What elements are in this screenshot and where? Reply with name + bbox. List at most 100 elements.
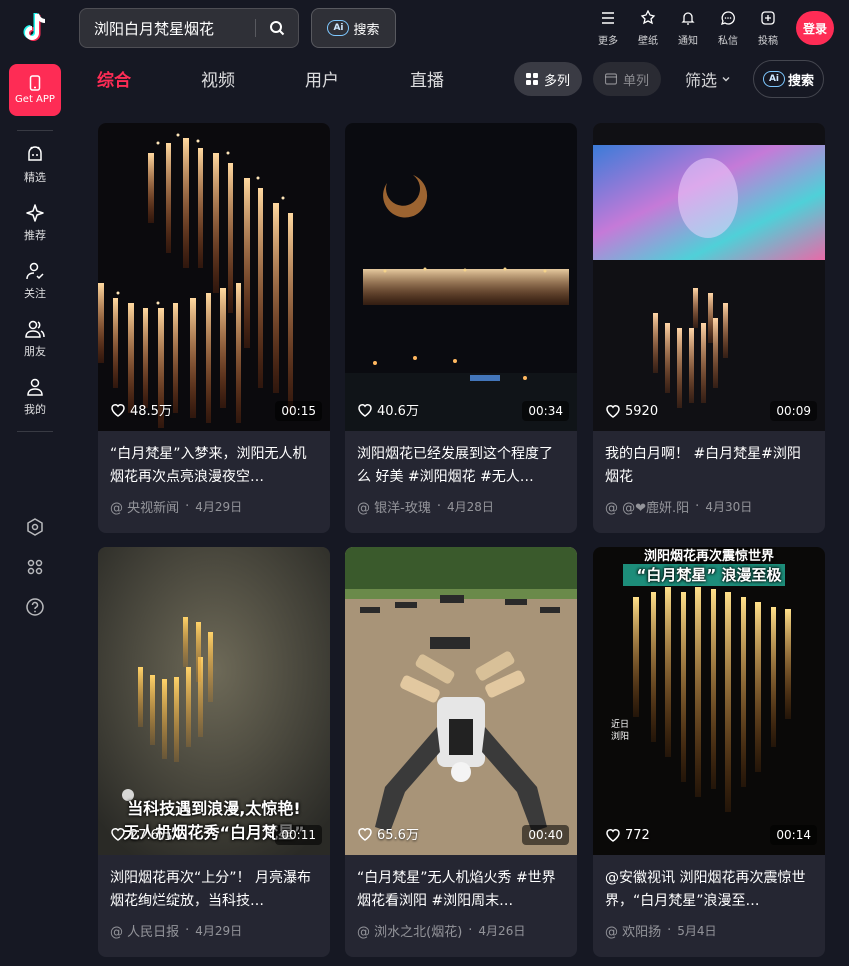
top-icon-label: 私信 — [718, 36, 738, 47]
video-duration: 00:15 — [275, 401, 322, 421]
meta-dot: · — [185, 499, 190, 514]
apps-grid-icon[interactable] — [25, 557, 45, 577]
meta-dot: · — [436, 499, 441, 514]
video-author[interactable]: @ @❤鹿妍.阳 — [605, 497, 689, 516]
video-thumbnail[interactable]: 40.6万 00:34 — [345, 123, 577, 431]
get-app-button[interactable]: Get APP — [9, 64, 61, 116]
video-title[interactable]: @安徽视讯 浏阳烟花再次震惊世界，“白月梵星”浪漫至… — [593, 867, 825, 913]
like-count: 772 — [605, 827, 650, 843]
meta-dot: · — [185, 923, 190, 938]
video-thumbnail[interactable]: 当科技遇到浪漫,太惊艳! 无人机烟花秀“白月梵星” 27.6万 00:11 — [98, 547, 330, 855]
login-button[interactable]: 登录 — [796, 11, 834, 45]
multi-column-toggle[interactable]: 多列 — [514, 62, 582, 96]
video-title[interactable]: “白月梵星”入梦来，浏阳无人机烟花再次点亮浪漫夜空… — [98, 443, 330, 489]
video-author[interactable]: @ 银洋-玫瑰 — [357, 497, 431, 516]
video-author[interactable]: @ 央视新闻 — [110, 497, 179, 516]
video-card[interactable]: 48.5万 00:15 “白月梵星”入梦来，浏阳无人机烟花再次点亮浪漫夜空… @… — [98, 123, 330, 533]
tab-users[interactable]: 用户 — [305, 66, 339, 91]
video-author[interactable]: @ 人民日报 — [110, 921, 179, 940]
ai-search-pill[interactable]: Ai 搜索 — [753, 60, 824, 98]
ai-pill-label: 搜索 — [787, 73, 814, 89]
video-date: 4月28日 — [446, 500, 494, 514]
wallpaper-button[interactable]: 壁纸 — [628, 8, 668, 47]
video-title[interactable]: 我的白月啊！ #白月梵星#浏阳烟花 — [593, 443, 825, 489]
fireworks-waterfall-image — [593, 547, 825, 855]
sidebar-item-recommend[interactable]: 推荐 — [5, 197, 65, 249]
video-thumbnail[interactable]: 65.6万 00:40 — [345, 547, 577, 855]
tab-all[interactable]: 综合 — [97, 66, 131, 91]
video-meta: @ 欢阳扬 · 5月4日 — [593, 921, 825, 940]
single-column-toggle[interactable]: 单列 — [593, 62, 661, 96]
help-icon[interactable] — [25, 597, 45, 617]
ai-search-button[interactable]: Ai 搜索 — [311, 8, 396, 48]
search-icon — [270, 21, 285, 36]
meta-dot: · — [695, 499, 700, 514]
video-meta: @ 央视新闻 · 4月29日 — [98, 497, 330, 516]
video-title[interactable]: 浏阳烟花再次“上分”！ 月亮瀑布烟花绚烂绽放，当科技… — [98, 867, 330, 913]
messages-button[interactable]: 私信 — [708, 8, 748, 47]
more-button[interactable]: 更多 — [588, 8, 628, 47]
video-meta: @ @❤鹿妍.阳 · 4月30日 — [593, 497, 825, 516]
video-card[interactable]: 65.6万 00:40 “白月梵星”无人机焰火秀 #世界烟花看浏阳 #浏阳周末…… — [345, 547, 577, 957]
search-button[interactable] — [266, 17, 288, 39]
settings-icon[interactable] — [25, 517, 45, 537]
like-count-value: 27.6万 — [130, 828, 172, 843]
notifications-button[interactable]: 通知 — [668, 8, 708, 47]
video-meta: @ 浏水之北(烟花) · 4月26日 — [345, 921, 577, 940]
like-count: 27.6万 — [110, 824, 172, 843]
upload-button[interactable]: 投稿 — [748, 8, 788, 47]
sidebar-item-friends[interactable]: 朋友 — [5, 313, 65, 365]
tiktok-logo-icon[interactable] — [17, 10, 53, 46]
video-duration: 00:11 — [275, 825, 322, 845]
like-count-value: 5920 — [625, 403, 659, 419]
video-duration: 00:09 — [770, 401, 817, 421]
video-thumbnail[interactable]: 浏阳烟花再次震惊世界 “白月梵星” 浪漫至极 近日 浏阳 772 00:14 — [593, 547, 825, 855]
sidebar-item-follow[interactable]: 关注 — [5, 255, 65, 307]
meta-dot: · — [468, 923, 473, 938]
video-author[interactable]: @ 欢阳扬 — [605, 921, 661, 940]
chevron-down-icon — [722, 77, 730, 82]
sidebar-item-label: 朋友 — [24, 345, 46, 358]
sidebar-item-label: 关注 — [24, 287, 46, 300]
video-date: 4月30日 — [705, 500, 753, 514]
video-card[interactable]: 40.6万 00:34 浏阳烟花已经发展到这个程度了么 好美 #浏阳烟花 #无人… — [345, 123, 577, 533]
heart-icon — [358, 827, 372, 841]
sidebar-item-featured[interactable]: 精选 — [5, 139, 65, 191]
sidebar-item-label: 我的 — [24, 403, 46, 416]
tab-videos[interactable]: 视频 — [201, 66, 235, 91]
video-thumbnail[interactable]: 5920 00:09 — [593, 123, 825, 431]
sparkle-icon — [26, 204, 44, 222]
search-divider — [255, 19, 256, 37]
video-thumbnail[interactable]: 48.5万 00:15 — [98, 123, 330, 431]
video-meta: @ 人民日报 · 4月29日 — [98, 921, 330, 940]
sidebar-divider — [17, 431, 53, 432]
video-card[interactable]: 5920 00:09 我的白月啊！ #白月梵星#浏阳烟花 @ @❤鹿妍.阳 · … — [593, 123, 825, 533]
tab-live[interactable]: 直播 — [410, 66, 444, 91]
menu-icon — [602, 12, 614, 24]
filter-button[interactable]: 筛选 — [685, 67, 731, 91]
thumbnail-caption: 浏阳 — [611, 732, 630, 742]
featured-icon — [28, 146, 42, 161]
like-count: 40.6万 — [357, 400, 419, 419]
search-input[interactable]: 浏阳白月梵星烟花 — [94, 18, 255, 39]
video-date: 4月26日 — [478, 924, 526, 938]
thumbnail-caption: 浏阳烟花再次震惊世界 — [643, 549, 774, 564]
video-author[interactable]: @ 浏水之北(烟花) — [357, 921, 462, 940]
like-count-value: 65.6万 — [377, 828, 419, 843]
video-date: 4月29日 — [195, 500, 243, 514]
like-count: 48.5万 — [110, 400, 172, 419]
video-title[interactable]: 浏阳烟花已经发展到这个程度了么 好美 #浏阳烟花 #无人… — [345, 443, 577, 489]
video-card[interactable]: 当科技遇到浪漫,太惊艳! 无人机烟花秀“白月梵星” 27.6万 00:11 浏阳… — [98, 547, 330, 957]
top-toolbar: 更多 壁纸 通知 私信 投稿 — [588, 8, 788, 47]
ai-icon: Ai — [327, 20, 350, 36]
heart-icon — [606, 405, 620, 418]
sidebar-item-me[interactable]: 我的 — [5, 371, 65, 423]
follow-icon — [26, 262, 44, 280]
video-card[interactable]: 浏阳烟花再次震惊世界 “白月梵星” 浪漫至极 近日 浏阳 772 00:14 @… — [593, 547, 825, 957]
single-view-icon — [604, 73, 617, 85]
like-count-value: 772 — [625, 827, 650, 843]
search-box[interactable]: 浏阳白月梵星烟花 — [79, 8, 299, 48]
video-title[interactable]: “白月梵星”无人机焰火秀 #世界烟花看浏阳 #浏阳周末… — [345, 867, 577, 913]
sidebar-item-label: 推荐 — [24, 229, 46, 242]
top-icon-label: 通知 — [678, 36, 698, 47]
